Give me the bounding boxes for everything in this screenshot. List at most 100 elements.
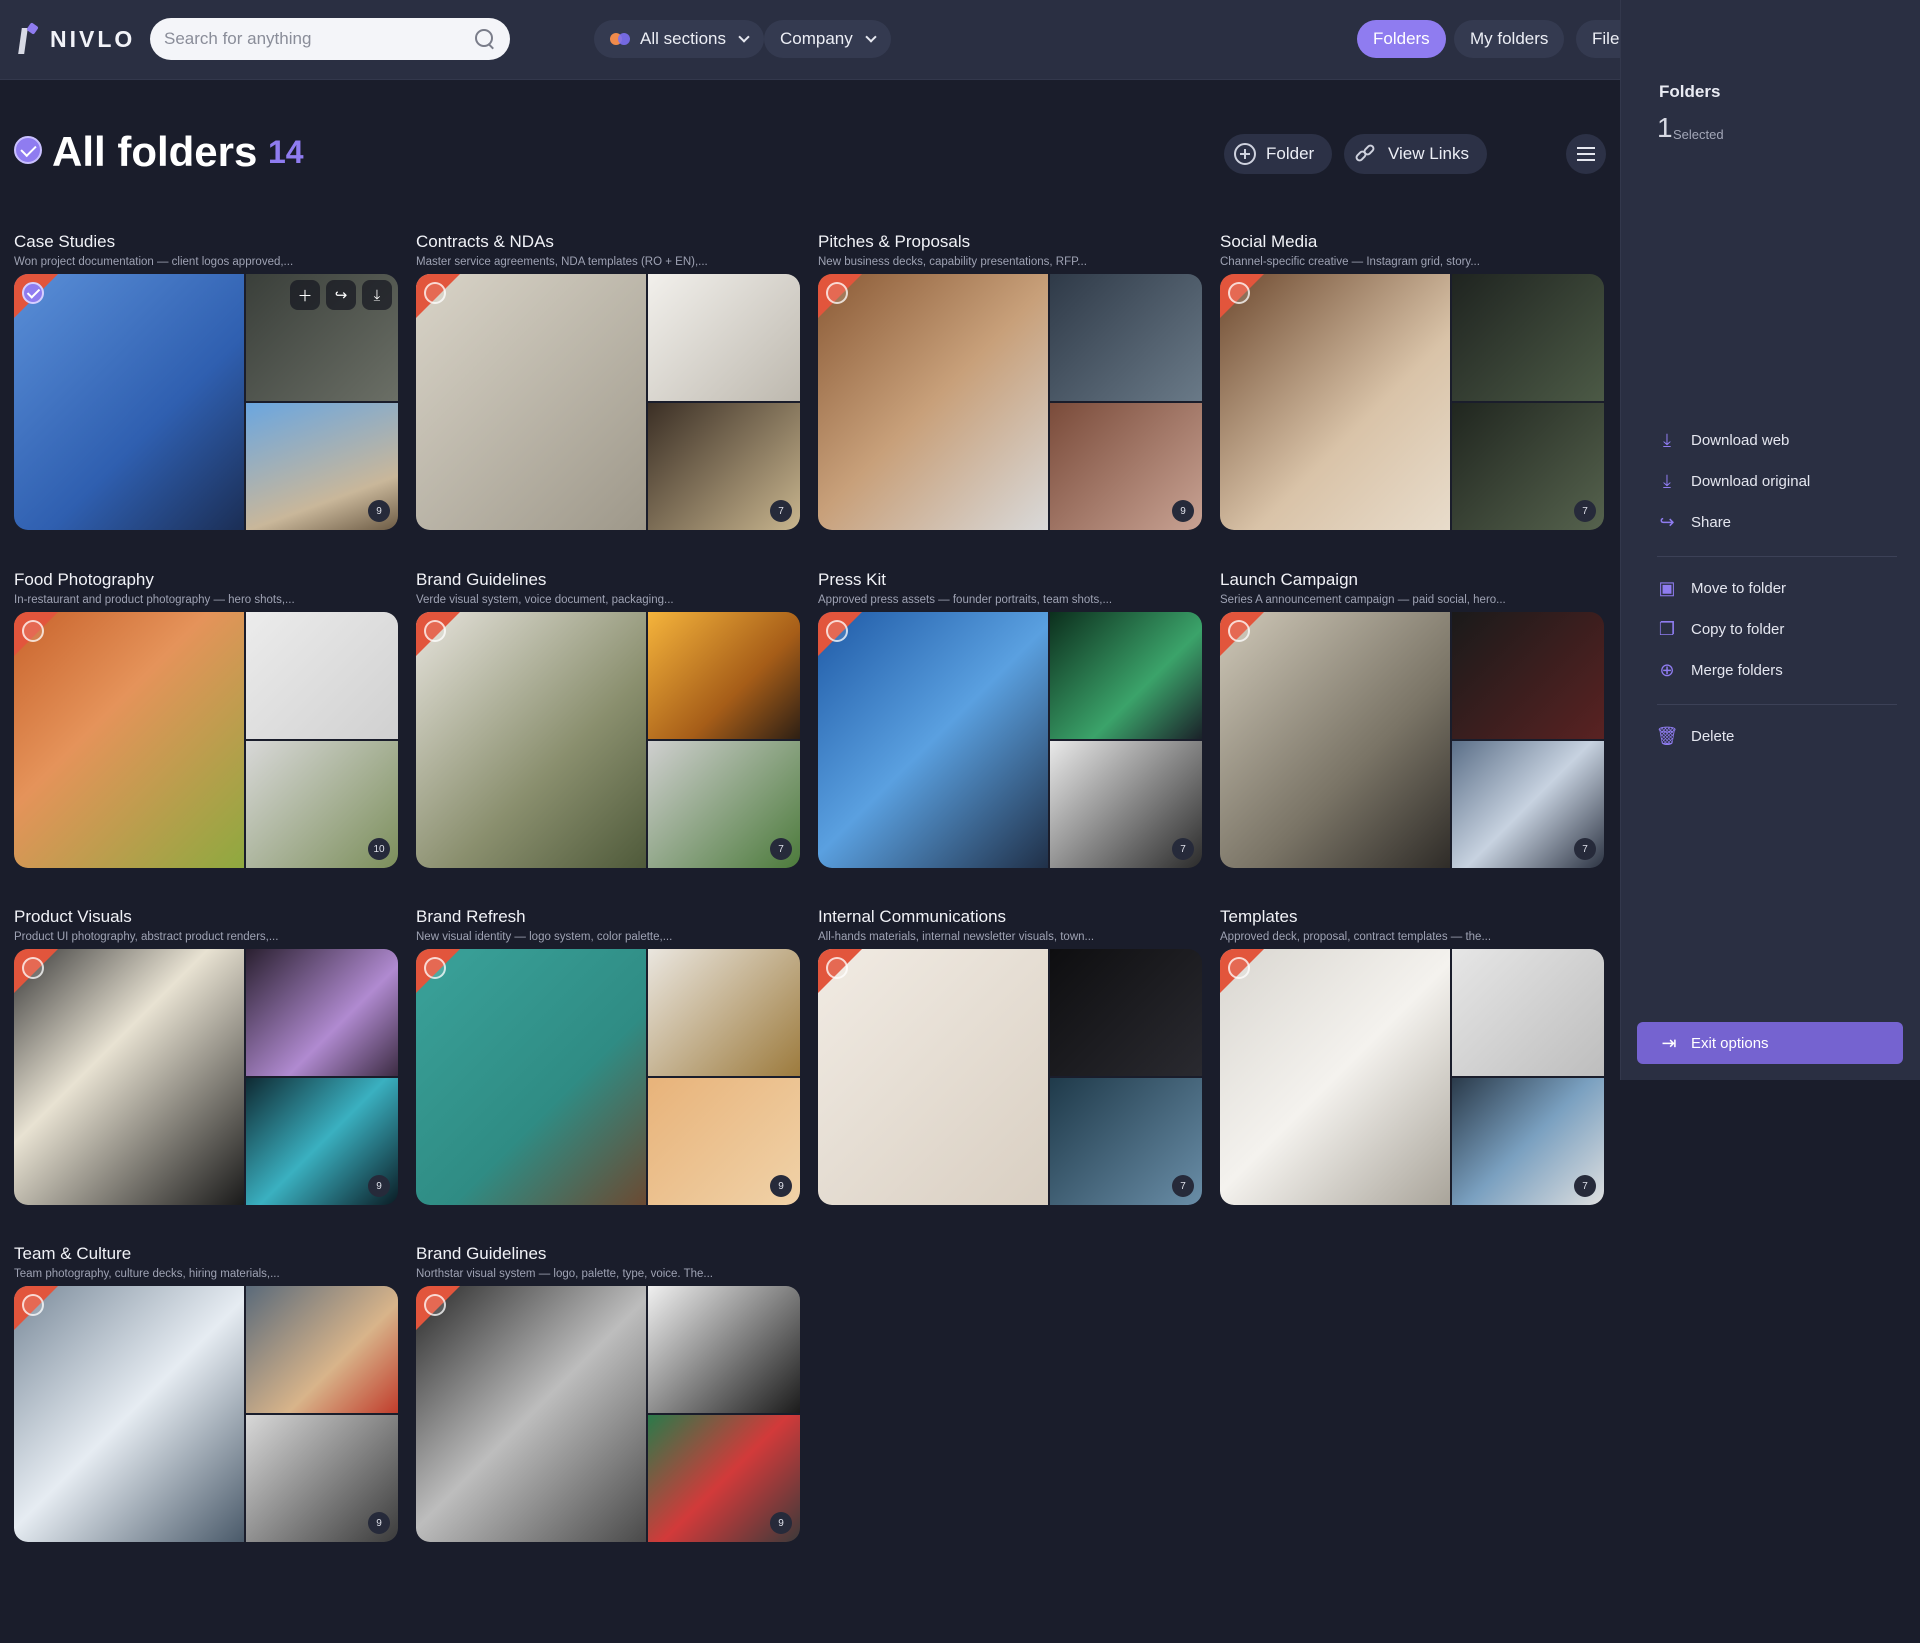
folder-thumbnail-collage[interactable]: 7 <box>416 274 800 530</box>
folder-thumbnail-collage[interactable]: 7 <box>1220 612 1604 868</box>
folder-card[interactable]: Contracts & NDAs Master service agreement… <box>416 232 800 530</box>
folder-thumbnail-collage[interactable]: 7 <box>818 949 1202 1205</box>
search-icon[interactable] <box>474 28 496 50</box>
add-folder-label: Folder <box>1266 144 1315 163</box>
sections-dropdown[interactable]: All sections <box>594 20 764 58</box>
delete-action[interactable]: 🗑 Delete <box>1656 726 1735 746</box>
view-menu-button[interactable] <box>1566 134 1606 174</box>
file-count-badge: 7 <box>1574 1175 1596 1197</box>
folder-card[interactable]: Case Studies Won project documentation — … <box>14 232 398 530</box>
folder-card[interactable]: Press Kit Approved press assets — founder… <box>818 570 1202 868</box>
folder-card[interactable]: Brand Refresh New visual identity — logo … <box>416 907 800 1205</box>
chevron-down-icon <box>865 31 877 43</box>
panel-title: Folders <box>1659 82 1721 101</box>
select-all-checkbox[interactable] <box>14 136 42 164</box>
folder-card[interactable]: Food Photography In-restaurant and produc… <box>14 570 398 868</box>
folder-title[interactable]: Press Kit <box>818 570 1202 590</box>
divider <box>1657 556 1897 557</box>
folder-thumbnail-collage[interactable]: 7 <box>1220 274 1604 530</box>
selected-label: Selected <box>1673 127 1724 142</box>
folder-title[interactable]: Case Studies <box>14 232 398 252</box>
folder-thumbnail-collage[interactable]: 7 <box>416 612 800 868</box>
folder-select-checkbox[interactable] <box>424 957 446 979</box>
folder-select-checkbox[interactable] <box>22 1294 44 1316</box>
file-count-badge: 9 <box>368 1512 390 1534</box>
search-box[interactable] <box>150 18 510 60</box>
folder-select-checkbox[interactable] <box>424 1294 446 1316</box>
folder-card[interactable]: Brand Guidelines Verde visual system, voi… <box>416 570 800 868</box>
folder-card[interactable]: Social Media Channel-specific creative — … <box>1220 232 1604 530</box>
folder-card[interactable]: Team & Culture Team photography, culture … <box>14 1244 398 1542</box>
exit-options-button[interactable]: ⇥ Exit options <box>1637 1022 1903 1064</box>
sections-label: All sections <box>640 29 726 48</box>
download-web-action[interactable]: ⤓ Download web <box>1657 430 1789 450</box>
download-icon: ⤓ <box>1663 429 1671 450</box>
folder-thumbnail-collage[interactable]: 9 <box>416 949 800 1205</box>
folder-select-checkbox[interactable] <box>826 620 848 642</box>
file-count-badge: 7 <box>1172 1175 1194 1197</box>
company-dropdown[interactable]: Company <box>764 20 891 58</box>
folder-select-checkbox[interactable] <box>22 282 44 304</box>
folder-thumbnail-collage[interactable]: 9 <box>416 1286 800 1542</box>
folder-select-checkbox[interactable] <box>22 620 44 642</box>
folder-title[interactable]: Launch Campaign <box>1220 570 1604 590</box>
folder-title[interactable]: Social Media <box>1220 232 1604 252</box>
add-icon[interactable]: ＋ <box>290 280 320 310</box>
folder-title[interactable]: Brand Refresh <box>416 907 800 927</box>
logo-mark-icon <box>18 22 40 54</box>
folder-thumbnail-collage[interactable]: 10 <box>14 612 398 868</box>
folder-select-checkbox[interactable] <box>1228 620 1250 642</box>
search-input[interactable] <box>164 29 474 49</box>
folder-description: Team photography, culture decks, hiring … <box>14 1268 280 1280</box>
view-links-button[interactable]: View Links <box>1344 134 1487 174</box>
folder-select-checkbox[interactable] <box>826 282 848 304</box>
logo[interactable]: NIVLO <box>18 22 135 54</box>
share-icon[interactable]: ↪ <box>326 280 356 310</box>
folder-card[interactable]: Internal Communications All-hands materia… <box>818 907 1202 1205</box>
folder-card[interactable]: Pitches & Proposals New business decks, c… <box>818 232 1202 530</box>
tab-my-folders[interactable]: My folders <box>1454 20 1565 58</box>
folder-title[interactable]: Internal Communications <box>818 907 1202 927</box>
merge-folders-action[interactable]: ⊕ Merge folders <box>1657 660 1782 680</box>
folder-title[interactable]: Food Photography <box>14 570 398 590</box>
add-folder-button[interactable]: Folder <box>1224 134 1333 174</box>
folder-select-checkbox[interactable] <box>1228 282 1250 304</box>
folder-thumbnail-collage[interactable]: 9 <box>14 949 398 1205</box>
folder-select-checkbox[interactable] <box>424 282 446 304</box>
folder-title[interactable]: Product Visuals <box>14 907 398 927</box>
folder-description: Verde visual system, voice document, pac… <box>416 594 674 606</box>
tab-folders[interactable]: Folders <box>1357 20 1446 58</box>
folder-select-checkbox[interactable] <box>1228 957 1250 979</box>
folder-card[interactable]: Templates Approved deck, proposal, contra… <box>1220 907 1604 1205</box>
folder-title[interactable]: Contracts & NDAs <box>416 232 800 252</box>
folder-select-checkbox[interactable] <box>424 620 446 642</box>
folder-thumbnail-collage[interactable]: 9 <box>818 274 1202 530</box>
folder-thumbnail-collage[interactable]: 9 <box>14 1286 398 1542</box>
folder-title[interactable]: Templates <box>1220 907 1604 927</box>
folder-select-checkbox[interactable] <box>22 957 44 979</box>
tab-folders-label: Folders <box>1373 29 1430 48</box>
copy-to-folder-action[interactable]: ❐ Copy to folder <box>1657 619 1784 639</box>
tab-files[interactable]: Files <box>1576 20 1620 58</box>
folder-select-checkbox[interactable] <box>826 957 848 979</box>
folder-thumbnail-collage[interactable]: 7 <box>818 612 1202 868</box>
view-links-label: View Links <box>1388 144 1469 163</box>
folder-card[interactable]: Brand Guidelines Northstar visual system … <box>416 1244 800 1542</box>
folder-title[interactable]: Team & Culture <box>14 1244 398 1264</box>
download-original-label: Download original <box>1691 472 1811 490</box>
folder-title[interactable]: Brand Guidelines <box>416 1244 800 1264</box>
folder-description: Product UI photography, abstract product… <box>14 931 279 943</box>
file-count-badge: 9 <box>368 500 390 522</box>
share-action[interactable]: ↪ Share <box>1657 512 1731 532</box>
folder-title[interactable]: Pitches & Proposals <box>818 232 1202 252</box>
delete-label: Delete <box>1691 727 1735 745</box>
folder-title[interactable]: Brand Guidelines <box>416 570 800 590</box>
folder-thumbnail-collage[interactable]: 7 <box>1220 949 1604 1205</box>
folder-card[interactable]: Launch Campaign Series A announcement cam… <box>1220 570 1604 868</box>
download-icon[interactable]: ⤓ <box>362 280 392 310</box>
folder-thumbnail-collage[interactable]: ＋ ↪ ⤓ 9 <box>14 274 398 530</box>
download-original-action[interactable]: ⤓ Download original <box>1657 471 1810 491</box>
folder-count: 14 <box>268 134 304 170</box>
move-to-folder-action[interactable]: ▣ Move to folder <box>1657 578 1786 598</box>
folder-card[interactable]: Product Visuals Product UI photography, a… <box>14 907 398 1205</box>
